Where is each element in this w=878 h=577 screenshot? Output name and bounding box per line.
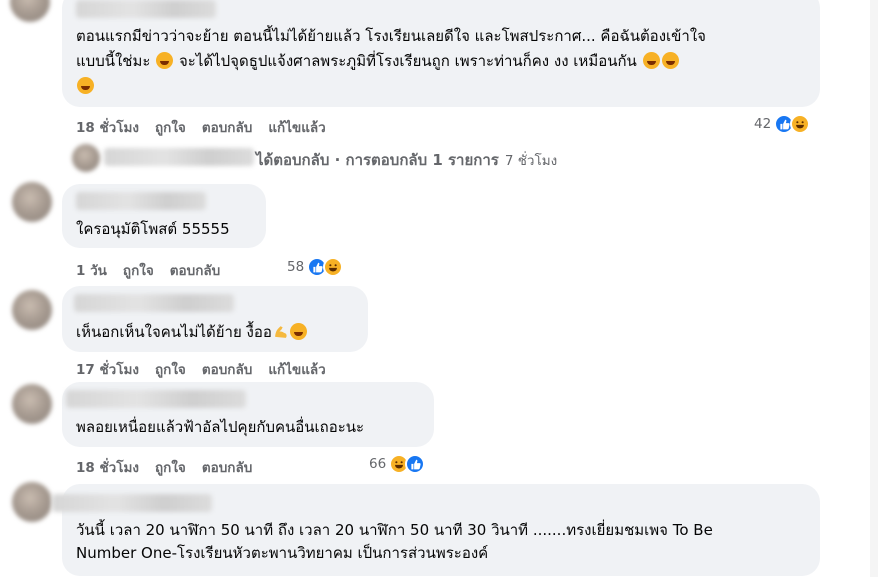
comment-timestamp[interactable]: 18 ชั่วโมง — [76, 456, 139, 478]
reaction-summary[interactable]: 42 — [754, 114, 811, 134]
replier-name-blurred[interactable] — [104, 148, 254, 166]
commenter-name-blurred[interactable] — [76, 0, 216, 18]
like-button[interactable]: ถูกใจ — [155, 358, 186, 380]
comment-text: พลอยเหนื่อยแล้วฟ้าอัลไปคุยกับคนอื่นเถอะน… — [76, 418, 365, 436]
avatar[interactable] — [10, 0, 50, 22]
flexed-biceps-emoji-icon — [275, 326, 287, 338]
comment-actions: 18 ชั่วโมง ถูกใจ ตอบกลับ แก้ไขแล้ว — [76, 116, 326, 138]
haha-reaction-icon — [323, 257, 344, 277]
scrollbar[interactable] — [870, 0, 878, 577]
reaction-summary[interactable]: 66 — [369, 454, 426, 474]
commenter-name-blurred[interactable] — [76, 192, 206, 210]
comment-text: ใครอนุมัติโพสต์ 55555 — [76, 220, 230, 238]
reaction-count: 42 — [754, 116, 772, 132]
like-button[interactable]: ถูกใจ — [155, 456, 186, 478]
rolling-laughing-emoji-icon — [156, 52, 174, 69]
rolling-laughing-emoji-icon — [77, 77, 94, 94]
view-replies-link[interactable]: ได้ตอบกลับ · การตอบกลับ 1 รายการ 7 ชั่วโ… — [256, 148, 557, 172]
comment-timestamp[interactable]: 18 ชั่วโมง — [76, 116, 139, 138]
rolling-laughing-emoji-icon — [642, 52, 660, 69]
grinning-sweat-emoji-icon — [289, 323, 307, 340]
commenter-name-blurred[interactable] — [66, 390, 246, 408]
like-reaction-icon — [405, 454, 426, 474]
comment-actions: 17 ชั่วโมง ถูกใจ ตอบกลับ แก้ไขแล้ว — [76, 358, 326, 380]
commenter-name-blurred[interactable] — [74, 294, 234, 312]
avatar[interactable] — [12, 482, 52, 522]
comment-text: เห็นอกเห็นใจคนไม่ได้ย้าย งื้ออ — [76, 321, 308, 343]
comment-timestamp[interactable]: 17 ชั่วโมง — [76, 358, 139, 380]
comment-actions: 1 วัน ถูกใจ ตอบกลับ — [76, 259, 220, 281]
avatar[interactable] — [12, 290, 52, 330]
commenter-name-blurred[interactable] — [52, 494, 212, 512]
reaction-count: 58 — [287, 259, 305, 275]
like-button[interactable]: ถูกใจ — [123, 259, 154, 281]
reply-button[interactable]: ตอบกลับ — [202, 116, 252, 138]
comment-timestamp[interactable]: 1 วัน — [76, 259, 107, 281]
like-button[interactable]: ถูกใจ — [155, 116, 186, 138]
comment-text: ตอนแรกมีข่าวว่าจะย้าย ตอนนี้ไม่ได้ย้ายแล… — [76, 25, 816, 97]
reply-button[interactable]: ตอบกลับ — [202, 456, 252, 478]
avatar[interactable] — [12, 384, 52, 424]
haha-reaction-icon — [790, 114, 811, 134]
reply-button[interactable]: ตอบกลับ — [170, 259, 220, 281]
reply-button[interactable]: ตอบกลับ — [202, 358, 252, 380]
edited-label[interactable]: แก้ไขแล้ว — [268, 358, 325, 380]
comment-text: วันนี้ เวลา 20 นาฬิกา 50 นาที ถึง เวลา 2… — [76, 521, 713, 562]
rolling-laughing-emoji-icon — [661, 52, 679, 69]
reaction-count: 66 — [369, 456, 387, 472]
reaction-summary[interactable]: 58 — [287, 257, 344, 277]
avatar[interactable] — [12, 182, 52, 222]
edited-label[interactable]: แก้ไขแล้ว — [268, 116, 325, 138]
comment-actions: 18 ชั่วโมง ถูกใจ ตอบกลับ — [76, 456, 252, 478]
reply-avatar[interactable] — [72, 144, 100, 172]
